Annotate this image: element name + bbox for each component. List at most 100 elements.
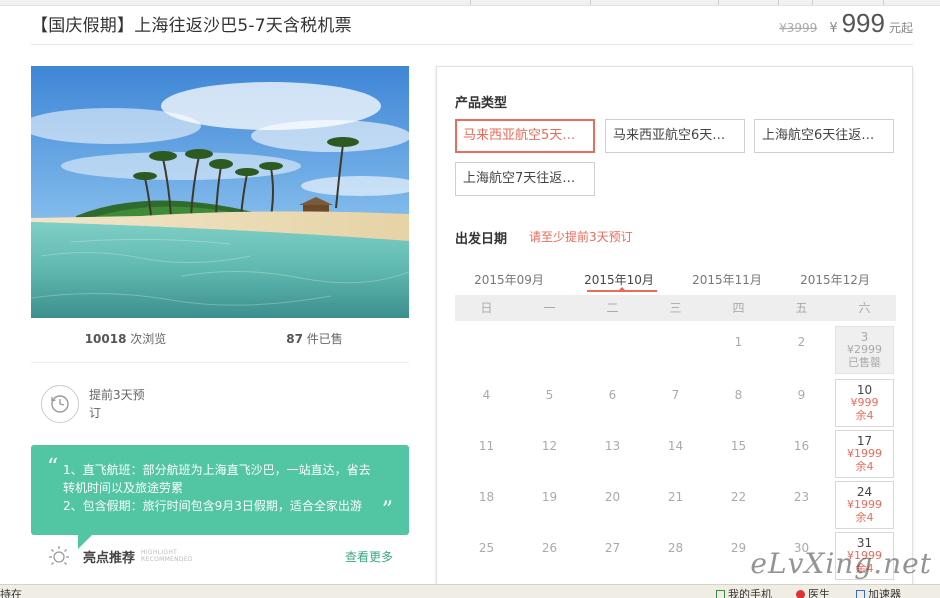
product-type-option[interactable]: 上海航空7天往返机票 xyxy=(455,162,595,196)
day-number xyxy=(518,325,581,335)
tab-month[interactable]: 2015年11月 xyxy=(673,271,781,288)
highlight-line: 2、包含假期：旅行时间包含9月3日假期，适合全家出游 xyxy=(63,499,362,513)
calendar-day: 25 xyxy=(455,531,518,581)
highlight-en-label: HIGHLIGHT RECOMMENDED xyxy=(141,549,193,563)
day-number xyxy=(581,325,644,335)
current-price: 999 xyxy=(841,8,885,38)
day-number: 11 xyxy=(478,439,495,453)
weekday-label: 三 xyxy=(669,301,682,315)
caret-up-icon xyxy=(618,287,626,291)
calendar-day: 13 xyxy=(581,429,644,479)
original-price: ¥3999 xyxy=(779,21,818,35)
doctor-icon xyxy=(796,589,805,598)
views-label: 次浏览 xyxy=(130,332,167,346)
calendar-day xyxy=(581,325,644,375)
product-title: 【国庆假期】上海往返沙巴5-7天含税机票 xyxy=(31,16,352,36)
calendar-day: 3 ¥2999 已售罄 xyxy=(835,326,894,374)
day-number: 17 xyxy=(856,434,873,448)
stats-divider xyxy=(31,362,409,363)
weekday-label: 一 xyxy=(543,301,556,315)
weekday-label: 二 xyxy=(606,301,619,315)
close-quote-icon: ” xyxy=(381,498,393,523)
calendar-day[interactable]: 17 ¥1999 余4 xyxy=(835,430,894,478)
day-price: ¥1999 xyxy=(847,447,882,460)
calendar-day xyxy=(518,325,581,375)
browser-statusbar: 持在 我的手机 医生 加速器 xyxy=(0,584,940,598)
calendar-day: 6 xyxy=(581,378,644,428)
product-photo[interactable] xyxy=(31,66,409,318)
view-more-link[interactable]: 查看更多 xyxy=(345,548,393,565)
tab-month[interactable]: 2015年10月 xyxy=(565,271,673,288)
day-number: 22 xyxy=(730,490,747,504)
day-number xyxy=(455,325,518,335)
tab-month[interactable]: 2015年09月 xyxy=(455,271,563,288)
weekday-label: 六 xyxy=(858,301,871,315)
highlight-box: “ 1、直飞航班：部分航班为上海直飞沙巴，一站直达，省去 转机时间以及旅途劳累 … xyxy=(31,445,409,535)
status-text: 持在 xyxy=(0,588,22,598)
calendar-day: 5 xyxy=(518,378,581,428)
calendar-day: 20 xyxy=(581,480,644,530)
calendar-row: 4 5 6 7 8 9 10 ¥999 余4 xyxy=(455,378,896,428)
calendar-row: 1 2 3 ¥2999 已售罄 xyxy=(455,325,896,375)
calendar-day[interactable]: 10 ¥999 余4 xyxy=(835,379,894,427)
sold-count: 87 xyxy=(286,332,303,346)
product-type-option[interactable]: 上海航空6天往返机票 xyxy=(754,119,894,153)
day-number: 15 xyxy=(730,439,747,453)
calendar-day[interactable]: 24 ¥1999 余4 xyxy=(835,481,894,529)
views-stat: 10018 次浏览 xyxy=(31,330,220,354)
day-price: ¥2999 xyxy=(847,343,882,356)
product-stats: 10018 次浏览 87 件已售 xyxy=(31,330,409,354)
weekday-header: 日 一 二 三 四 五 六 xyxy=(455,295,896,321)
calendar-day: 19 xyxy=(518,480,581,530)
calendar-day: 16 xyxy=(770,429,833,479)
highlight-footer: 亮点推荐 HIGHLIGHT RECOMMENDED 查看更多 xyxy=(47,544,393,568)
open-quote-icon: “ xyxy=(47,455,59,480)
tab-month[interactable]: 2015年12月 xyxy=(781,271,889,288)
statusbar-accelerator[interactable]: 加速器 xyxy=(856,586,901,598)
sold-label: 件已售 xyxy=(306,332,343,346)
calendar-day: 12 xyxy=(518,429,581,479)
weekday-label: 日 xyxy=(480,301,493,315)
statusbar-phone[interactable]: 我的手机 xyxy=(716,586,772,598)
advance-text: 提前3天预订 xyxy=(89,388,145,420)
calendar-day: 1 xyxy=(707,325,770,375)
day-number: 13 xyxy=(604,439,621,453)
day-number: 20 xyxy=(604,490,621,504)
day-number: 27 xyxy=(604,541,621,555)
browser-top-strip xyxy=(0,0,940,6)
product-type-option[interactable]: 马来西亚航空6天往… xyxy=(605,119,745,153)
day-price: ¥1999 xyxy=(847,498,882,511)
price-suffix: 元起 xyxy=(888,21,913,35)
day-number: 28 xyxy=(667,541,684,555)
day-number: 24 xyxy=(856,485,873,499)
day-number: 26 xyxy=(541,541,558,555)
clock-icon xyxy=(41,385,79,423)
day-number: 12 xyxy=(541,439,558,453)
day-number: 21 xyxy=(667,490,684,504)
title-divider xyxy=(31,44,913,45)
day-price: ¥999 xyxy=(850,396,879,409)
statusbar-doctor[interactable]: 医生 xyxy=(796,586,830,598)
calendar-day: 11 xyxy=(455,429,518,479)
calendar-day xyxy=(644,325,707,375)
day-availability: 余4 xyxy=(855,409,874,422)
calendar-day: 26 xyxy=(518,531,581,581)
day-number: 19 xyxy=(541,490,558,504)
day-number: 10 xyxy=(856,383,873,397)
price-box: ¥3999 ¥ 999 元起 xyxy=(779,8,913,39)
day-number: 7 xyxy=(671,388,680,402)
calendar-day: 27 xyxy=(581,531,644,581)
day-number: 3 xyxy=(860,330,869,344)
day-number: 4 xyxy=(482,388,491,402)
calendar-day: 9 xyxy=(770,378,833,428)
product-type-label: 产品类型 xyxy=(455,96,508,111)
month-tabs: 2015年09月 2015年10月 2015年11月 2015年12月 xyxy=(455,271,895,295)
accelerator-icon xyxy=(856,589,865,598)
calendar-day: 7 xyxy=(644,378,707,428)
booking-panel: 产品类型 马来西亚航空5天往… 马来西亚航空6天往… 上海航空6天往返机票 上海… xyxy=(436,66,913,586)
highlight-line: 1、直飞航班：部分航班为上海直飞沙巴，一站直达，省去 xyxy=(63,463,371,477)
product-type-option[interactable]: 马来西亚航空5天往… xyxy=(455,119,595,153)
calendar-day: 4 xyxy=(455,378,518,428)
highlight-line: 转机时间以及旅途劳累 xyxy=(63,481,184,495)
calendar-day: 21 xyxy=(644,480,707,530)
